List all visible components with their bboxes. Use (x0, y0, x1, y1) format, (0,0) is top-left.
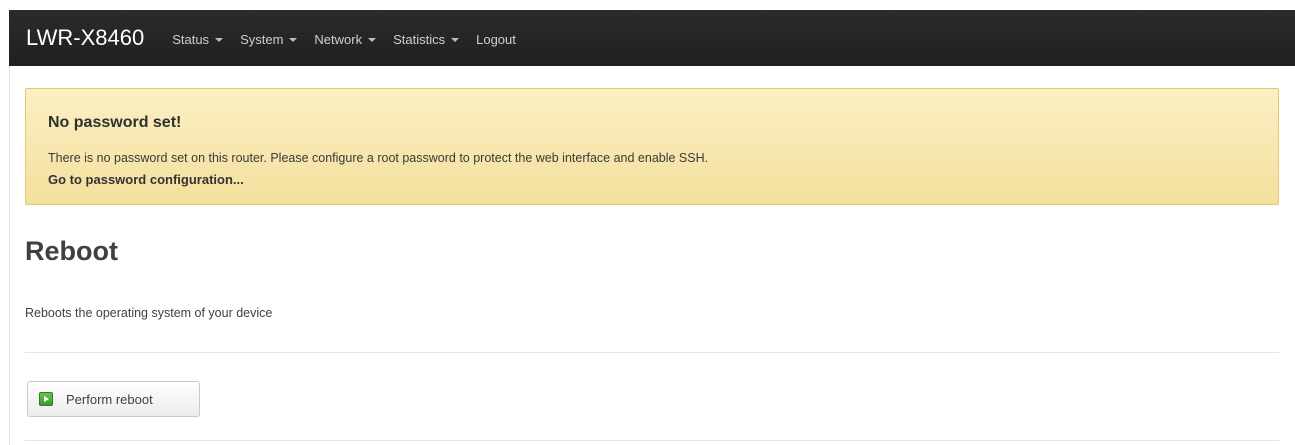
alert-message: There is no password set on this router.… (48, 151, 709, 165)
page-description: Reboots the operating system of your dev… (25, 306, 273, 320)
no-password-alert: No password set! There is no password se… (25, 88, 1279, 205)
chevron-down-icon (215, 38, 224, 42)
perform-reboot-label: Perform reboot (66, 391, 153, 407)
menu-network[interactable]: Network (314, 29, 377, 47)
menu-system-label: System (240, 32, 284, 47)
menu-logout-label: Logout (476, 32, 516, 47)
page-title: Reboot (25, 236, 118, 266)
brand-logo[interactable]: LWR-X8460 (26, 25, 144, 51)
menu-status[interactable]: Status (172, 29, 224, 47)
menu-system[interactable]: System (240, 29, 298, 47)
frame-border (9, 66, 10, 445)
menu-logout[interactable]: Logout (476, 29, 516, 47)
menu-network-label: Network (314, 32, 363, 47)
alert-title: No password set! (48, 114, 182, 131)
perform-reboot-button[interactable]: Perform reboot (27, 381, 200, 417)
top-navbar: LWR-X8460 Status System Network Statisti… (9, 10, 1295, 66)
play-icon (39, 392, 53, 406)
password-config-link[interactable]: Go to password configuration... (48, 172, 244, 187)
menu-statistics[interactable]: Statistics (393, 29, 460, 47)
divider (25, 440, 1279, 441)
menu-status-label: Status (172, 32, 210, 47)
menu-statistics-label: Statistics (393, 32, 446, 47)
chevron-down-icon (451, 38, 460, 42)
page: LWR-X8460 Status System Network Statisti… (0, 0, 1295, 445)
chevron-down-icon (368, 38, 377, 42)
chevron-down-icon (289, 38, 298, 42)
divider (25, 352, 1279, 353)
